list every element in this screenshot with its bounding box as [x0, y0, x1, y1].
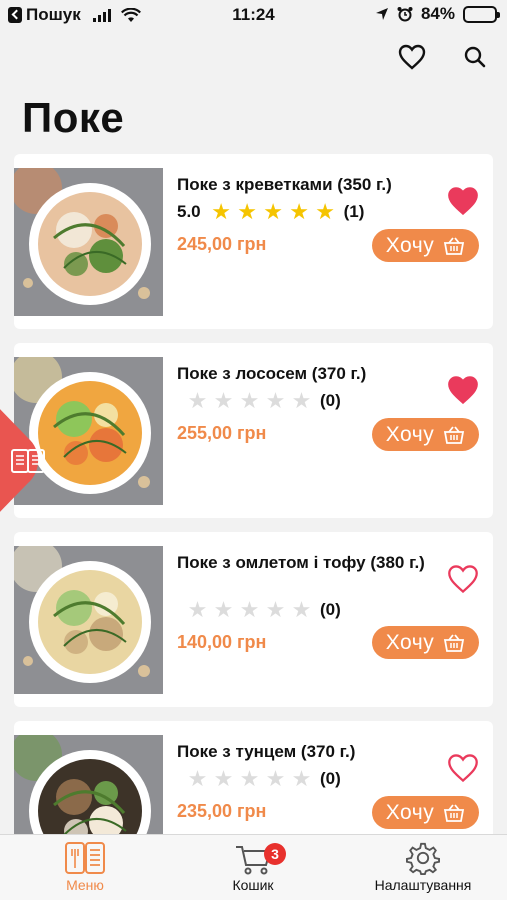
star-icon: ★ — [211, 199, 231, 224]
rating-count: (0) — [320, 600, 341, 619]
star-icon: ★ — [315, 199, 335, 224]
want-button-label: Хочу — [385, 630, 435, 654]
status-bar: Пошук 11:24 84% — [0, 0, 507, 30]
rating-score: 5.0 — [177, 202, 201, 221]
star-icon: ★ — [265, 766, 286, 791]
basket-icon — [444, 803, 465, 822]
favorite-heart-icon[interactable] — [447, 375, 479, 405]
star-icon: ★ — [291, 388, 312, 413]
basket-icon — [444, 633, 465, 652]
star-icon: ★ — [239, 388, 260, 413]
star-icon: ★ — [213, 766, 234, 791]
nav-cart[interactable]: 3 Кошик — [178, 841, 328, 893]
favorite-heart-icon[interactable] — [447, 564, 479, 594]
page-title: Поке — [22, 94, 125, 141]
nav-menu[interactable]: Меню — [10, 841, 160, 893]
product-rating: 5.0 ★ ★ ★ ★ ★ (1) — [177, 201, 364, 223]
search-icon[interactable] — [458, 40, 492, 74]
location-icon — [375, 8, 388, 20]
cart-badge: 3 — [264, 843, 286, 865]
star-icon: ★ — [291, 766, 312, 791]
product-rating: ★ ★ ★ ★ ★ (0) — [177, 599, 341, 621]
star-icon: ★ — [263, 199, 283, 224]
rating-count: (0) — [320, 769, 341, 788]
nav-menu-label: Меню — [66, 877, 104, 893]
product-price: 140,00 грн — [177, 632, 267, 652]
alarm-icon — [397, 7, 413, 22]
star-icon: ★ — [239, 766, 260, 791]
product-rating: ★ ★ ★ ★ ★ (0) — [177, 390, 341, 412]
star-icon: ★ — [213, 388, 234, 413]
nav-settings[interactable]: Налаштування — [348, 841, 498, 893]
want-button-label: Хочу — [385, 422, 435, 446]
rating-count: (0) — [320, 391, 341, 410]
product-photo[interactable] — [14, 168, 163, 316]
star-icon: ★ — [187, 766, 208, 791]
bottom-nav: Меню 3 Кошик Налаштування — [0, 834, 507, 900]
menu-book-icon — [65, 842, 105, 874]
nav-settings-label: Налаштування — [374, 877, 472, 893]
product-card[interactable]: Поке з креветками (350 г.) 5.0 ★ ★ ★ ★ ★ (1)… — [14, 154, 493, 329]
star-icon: ★ — [187, 597, 208, 622]
side-menu-tab[interactable] — [0, 403, 68, 518]
star-icon: ★ — [187, 388, 208, 413]
star-icon: ★ — [239, 597, 260, 622]
want-button[interactable]: Хочу — [372, 229, 479, 262]
gear-icon — [406, 842, 440, 875]
product-name[interactable]: Поке з тунцем (370 г.) — [177, 741, 437, 763]
product-card[interactable]: Поке з лососем (370 г.) ★ ★ ★ ★ ★ (0) 255,00… — [14, 343, 493, 518]
product-name[interactable]: Поке з омлетом і тофу (380 г.) — [177, 552, 437, 574]
star-icon: ★ — [265, 388, 286, 413]
want-button-label: Хочу — [385, 233, 435, 257]
battery-percent: 84% — [420, 4, 455, 23]
product-price: 255,00 грн — [177, 423, 267, 443]
product-rating: ★ ★ ★ ★ ★ (0) — [177, 768, 341, 790]
product-price: 245,00 грн — [177, 234, 267, 254]
product-card[interactable]: Поке з омлетом і тофу (380 г.) ★ ★ ★ ★ ★ (0)… — [14, 532, 493, 707]
favorite-heart-icon[interactable] — [447, 753, 479, 783]
product-price: 235,00 грн — [177, 801, 267, 821]
basket-icon — [444, 425, 465, 444]
want-button[interactable]: Хочу — [372, 418, 479, 451]
rating-count: (1) — [343, 202, 365, 221]
favorites-heart-icon[interactable] — [395, 40, 429, 74]
want-button-label: Хочу — [385, 800, 435, 824]
star-icon: ★ — [213, 597, 234, 622]
battery-icon — [463, 5, 500, 23]
product-photo[interactable] — [14, 546, 163, 694]
star-icon: ★ — [265, 597, 286, 622]
star-icon: ★ — [237, 199, 257, 224]
star-icon: ★ — [289, 199, 309, 224]
star-icon: ★ — [291, 597, 312, 622]
product-name[interactable]: Поке з лососем (370 г.) — [177, 363, 437, 385]
favorite-heart-icon[interactable] — [447, 186, 479, 216]
want-button[interactable]: Хочу — [372, 796, 479, 829]
basket-icon — [444, 236, 465, 255]
want-button[interactable]: Хочу — [372, 626, 479, 659]
nav-cart-label: Кошик — [232, 877, 274, 893]
product-name[interactable]: Поке з креветками (350 г.) — [177, 174, 437, 196]
